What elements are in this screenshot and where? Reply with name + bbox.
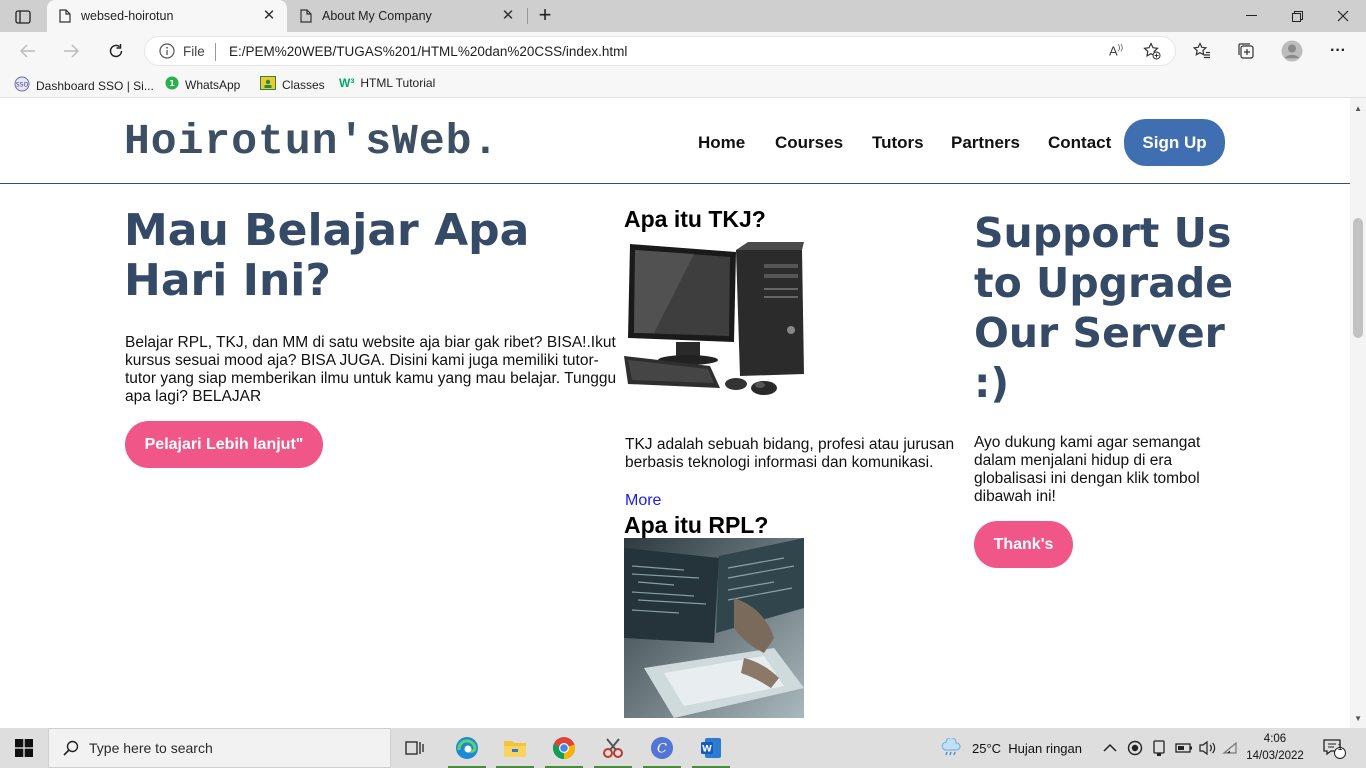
favorites-icon[interactable]	[1188, 37, 1216, 65]
restore-icon[interactable]	[1274, 0, 1320, 32]
svg-text:1: 1	[169, 79, 175, 88]
nav-home[interactable]: Home	[698, 133, 745, 153]
back-arrow-icon[interactable]	[14, 37, 42, 65]
notification-center-icon[interactable]: 1	[1322, 728, 1346, 768]
w3schools-icon: W³	[339, 76, 355, 90]
weather-widget[interactable]: 25°C Hujan ringan	[940, 728, 1082, 768]
forward-arrow-icon[interactable]	[57, 37, 85, 65]
snipping-tool-icon[interactable]	[590, 728, 636, 768]
collections-icon[interactable]	[1232, 37, 1260, 65]
nav-courses[interactable]: Courses	[775, 133, 843, 153]
address-bar[interactable]: File E:/PEM%20WEB/TUGAS%201/HTML%20dan%2…	[144, 36, 1176, 66]
tkj-text: TKJ adalah sebuah bidang, profesi atau j…	[625, 436, 955, 471]
new-tab-icon[interactable]: +	[533, 4, 557, 28]
rpl-heading: Apa itu RPL?	[624, 512, 769, 538]
windows-start-icon[interactable]	[0, 728, 48, 768]
bookmark-html-tutorial[interactable]: W³ HTML Tutorial	[339, 76, 435, 90]
refresh-icon[interactable]	[102, 37, 130, 65]
clock-date: 14/03/2022	[1246, 750, 1304, 762]
navigation-bar: File E:/PEM%20WEB/TUGAS%201/HTML%20dan%2…	[0, 32, 1366, 70]
volume-icon[interactable]	[1198, 728, 1216, 768]
search-placeholder: Type here to search	[89, 740, 213, 756]
svg-text:W: W	[702, 745, 712, 755]
search-icon	[63, 740, 79, 756]
url-text[interactable]: E:/PEM%20WEB/TUGAS%201/HTML%20dan%20CSS/…	[229, 44, 627, 59]
svg-text:C: C	[657, 742, 667, 757]
notification-badge: 1	[1337, 742, 1343, 752]
tab-strip: websed-hoirotun ✕ About My Company ✕ +	[0, 0, 1366, 32]
network-icon[interactable]	[1222, 728, 1238, 768]
support-text: Ayo dukung kami agar semangat dalam menj…	[974, 434, 1201, 505]
profile-avatar[interactable]	[1278, 37, 1306, 65]
tab-title: websed-hoirotun	[81, 9, 174, 23]
header-divider	[0, 183, 1350, 184]
classroom-icon	[260, 76, 276, 93]
page-icon	[300, 9, 312, 23]
thanks-button[interactable]: Thank's	[974, 521, 1073, 568]
task-view-icon[interactable]	[392, 728, 438, 768]
nav-partners[interactable]: Partners	[951, 133, 1020, 153]
scrollbar-thumb[interactable]	[1353, 218, 1363, 338]
scroll-up-icon[interactable]: ▲	[1354, 104, 1362, 113]
word-icon[interactable]: W	[688, 728, 734, 768]
add-favorite-icon[interactable]	[1143, 42, 1161, 65]
info-icon[interactable]	[159, 43, 175, 64]
tab-actions-icon[interactable]	[8, 6, 38, 28]
scheme-label: File	[183, 44, 205, 59]
bookmarks-bar: SSO Dashboard SSO | Si... 1 WhatsApp Cla…	[0, 70, 1366, 98]
tab-about[interactable]: About My Company ✕	[288, 0, 526, 32]
site-logo[interactable]: Hoirotun'sWeb.	[124, 117, 499, 166]
weather-text: 25°C Hujan ringan	[972, 740, 1082, 756]
learn-more-button[interactable]: Pelajari Lebih lanjut"	[125, 421, 323, 468]
svg-text:SSO: SSO	[16, 82, 29, 89]
windows-taskbar: Type here to search C W 25°C Hujan ringa…	[0, 728, 1366, 768]
tab-websed[interactable]: websed-hoirotun ✕	[47, 0, 287, 32]
sign-up-button[interactable]: Sign Up	[1124, 119, 1225, 166]
bookmark-sso[interactable]: SSO Dashboard SSO | Si...	[14, 76, 154, 95]
minimize-icon[interactable]	[1228, 0, 1274, 32]
rpl-coding-image	[624, 538, 804, 718]
bookmark-classes[interactable]: Classes	[260, 76, 325, 93]
tab-divider	[527, 8, 528, 24]
read-aloud-icon[interactable]: A))	[1109, 43, 1123, 58]
nav-contact[interactable]: Contact	[1048, 133, 1111, 153]
bookmark-whatsapp[interactable]: 1 WhatsApp	[165, 76, 240, 93]
taskbar-search-box[interactable]: Type here to search	[48, 728, 391, 768]
more-link[interactable]: More	[625, 492, 661, 510]
close-tab-icon[interactable]: ✕	[500, 8, 516, 24]
show-hidden-icons[interactable]	[1103, 728, 1117, 768]
page-scrollbar[interactable]	[1350, 98, 1366, 728]
taskbar-clock[interactable]: 4:06 14/03/2022	[1240, 731, 1310, 765]
hero-text: Belajar RPL, TKJ, dan MM di satu website…	[125, 334, 617, 405]
close-window-icon[interactable]	[1320, 0, 1366, 32]
close-tab-icon[interactable]: ✕	[261, 8, 277, 24]
clock-time: 4:06	[1263, 733, 1287, 745]
file-explorer-icon[interactable]	[492, 728, 538, 768]
record-icon[interactable]	[1127, 728, 1143, 768]
tkj-heading: Apa itu TKJ?	[624, 206, 766, 232]
nav-tutors[interactable]: Tutors	[872, 133, 924, 153]
whatsapp-icon: 1	[165, 76, 179, 93]
tab-title: About My Company	[322, 9, 432, 23]
tkj-computer-image	[624, 238, 804, 418]
address-divider	[215, 43, 216, 61]
support-title: Support Us to Upgrade Our Server :)	[974, 209, 1234, 407]
page-icon	[59, 9, 71, 23]
more-menu-icon[interactable]: ···	[1324, 37, 1352, 65]
hero-title: Mau Belajar Apa Hari Ini?	[124, 205, 530, 306]
battery-icon[interactable]	[1175, 728, 1193, 768]
device-icon[interactable]	[1152, 728, 1166, 768]
weather-icon	[940, 736, 962, 759]
edge-taskbar-icon[interactable]	[444, 728, 490, 768]
chrome-icon[interactable]	[541, 728, 587, 768]
canva-icon[interactable]: C	[639, 728, 685, 768]
sso-icon: SSO	[14, 76, 30, 95]
scroll-down-icon[interactable]: ▼	[1354, 714, 1362, 723]
